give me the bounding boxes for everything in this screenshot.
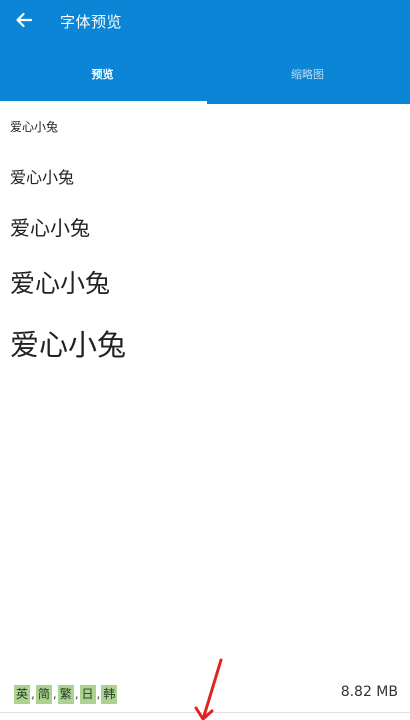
app-bar: 字体预览 预览 缩略图 (0, 0, 410, 104)
arrow-left-icon (14, 10, 34, 34)
file-size-label: 8.82 MB (340, 684, 398, 700)
annotation-arrow-icon (194, 658, 223, 720)
tab-preview[interactable]: 预览 (0, 52, 207, 104)
lang-tag-simplified: 简 (35, 685, 52, 704)
toolbar: 字体预览 (0, 0, 410, 44)
lang-tag-traditional: 繁 (57, 685, 74, 704)
tab-thumbnail[interactable]: 缩略图 (205, 52, 410, 104)
lang-tag-korean: 韩 (101, 685, 118, 704)
back-button[interactable] (8, 6, 40, 38)
tab-thumbnail-label: 缩略图 (291, 68, 324, 81)
font-sample-s: 爱心小兔 (10, 168, 75, 187)
lang-tag-english: 英 (14, 685, 31, 704)
font-sample-xs: 爱心小兔 (10, 120, 59, 134)
font-sample-xl: 爱心小兔 (10, 328, 127, 362)
font-sample-m: 爱心小兔 (10, 216, 90, 240)
language-support-tags: 英 , 简 , 繁 , 日 , 韩 (14, 684, 118, 705)
lang-tag-japanese: 日 (79, 685, 96, 704)
page-title: 字体预览 (60, 13, 123, 31)
tab-preview-label: 预览 (91, 68, 114, 81)
tab-bar: 预览 缩略图 (0, 52, 410, 104)
tab-indicator (0, 101, 207, 104)
font-sample-l: 爱心小兔 (10, 269, 111, 298)
